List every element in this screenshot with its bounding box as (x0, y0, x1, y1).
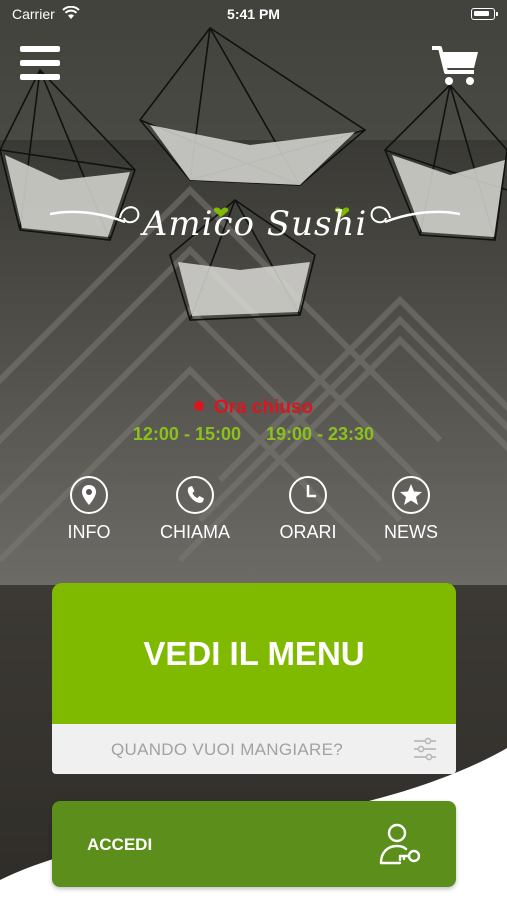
status-bar: Carrier 5:41 PM (0, 0, 507, 28)
action-info-label: INFO (67, 522, 111, 542)
login-label: ACCEDI (87, 835, 153, 854)
action-hours-label: ORARI (279, 522, 337, 542)
phone-icon (176, 476, 214, 514)
brand-logo: Amico Sushi (50, 196, 460, 256)
location-pin-icon (70, 476, 108, 514)
star-badge-icon (392, 476, 430, 514)
sliders-icon[interactable] (412, 736, 438, 762)
clock-icon (289, 476, 327, 514)
hours-lunch: 12:00 - 15:00 (132, 424, 241, 444)
user-key-icon (379, 823, 421, 865)
view-menu-label: VEDI IL MENU (143, 635, 365, 672)
battery-icon (471, 8, 498, 20)
brand-name: Amico Sushi (142, 204, 368, 244)
hours-dinner: 19:00 - 23:30 (266, 424, 375, 444)
open-status: Ora chiuso (0, 397, 507, 419)
action-news-label: NEWS (384, 522, 438, 542)
action-news[interactable]: NEWS (366, 476, 456, 543)
order-time-placeholder: QUANDO VUOI MANGIARE? (110, 740, 344, 759)
clock-time: 5:41 PM (227, 6, 280, 22)
open-status-text: Ora chiuso (213, 397, 314, 418)
login-button[interactable]: ACCEDI (52, 801, 456, 887)
hamburger-icon[interactable] (20, 46, 62, 82)
action-call-label: CHIAMA (159, 522, 230, 542)
action-info[interactable]: INFO (44, 476, 134, 543)
action-hours[interactable]: ORARI (263, 476, 353, 543)
view-menu-button[interactable]: VEDI IL MENU (52, 583, 456, 724)
action-call[interactable]: CHIAMA (150, 476, 240, 543)
status-dot-icon (193, 401, 204, 411)
opening-hours: 12:00 - 15:00 19:00 - 23:30 (0, 424, 507, 445)
shopping-cart-icon[interactable] (430, 42, 482, 88)
order-time-selector[interactable]: QUANDO VUOI MANGIARE? (52, 724, 456, 774)
